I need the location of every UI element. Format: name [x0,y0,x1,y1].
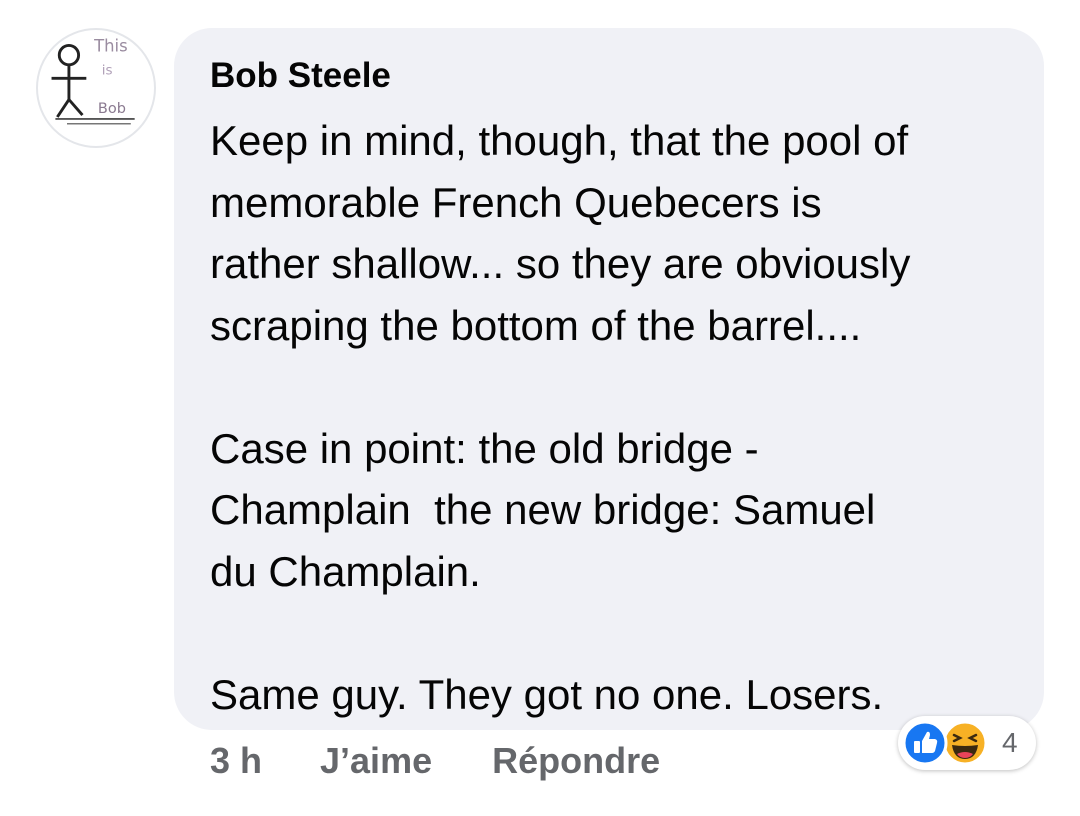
comment-line: Keep in mind, though, that the pool of [210,117,909,164]
svg-text:Bob: Bob [98,101,126,117]
comment-line: Champlain the new bridge: Samuel [210,486,876,533]
reaction-count: 4 [1002,727,1018,758]
comment-paragraph: Keep in mind, though, that the pool of m… [210,110,1014,356]
comment-line: du Champlain. [210,547,481,595]
comment-line: Same guy. They got no one. Losers. [210,670,884,718]
reactions-summary[interactable]: 4 [898,716,1036,770]
comment-paragraph: Same guy. They got no one. Losers. [210,664,1014,726]
comment: This is Bob Bob Steele Keep in mind, tho… [0,0,1080,816]
like-button[interactable]: J’aime [320,740,432,782]
comment-bubble: Bob Steele Keep in mind, though, that th… [174,28,1044,730]
avatar[interactable]: This is Bob [36,28,156,148]
comment-line: rather shallow... so they are obviously [210,240,911,287]
reply-button[interactable]: Répondre [492,740,660,782]
comment-line: memorable French Quebecers is [210,178,822,226]
comment-actions: 3 h J’aime Répondre [210,736,660,786]
comment-line: scraping the bottom of the barrel.... [210,301,862,349]
comment-line: Case in point: the old bridge - [210,424,759,472]
svg-text:is: is [102,62,113,78]
like-icon [902,720,948,766]
stick-figure-avatar-image: This is Bob [51,36,135,125]
comment-paragraph: Case in point: the old bridge - Champlai… [210,418,1014,603]
haha-icon [942,720,988,766]
comment-author[interactable]: Bob Steele [210,56,1014,96]
svg-text:This: This [93,36,128,55]
timestamp-link[interactable]: 3 h [210,740,262,782]
